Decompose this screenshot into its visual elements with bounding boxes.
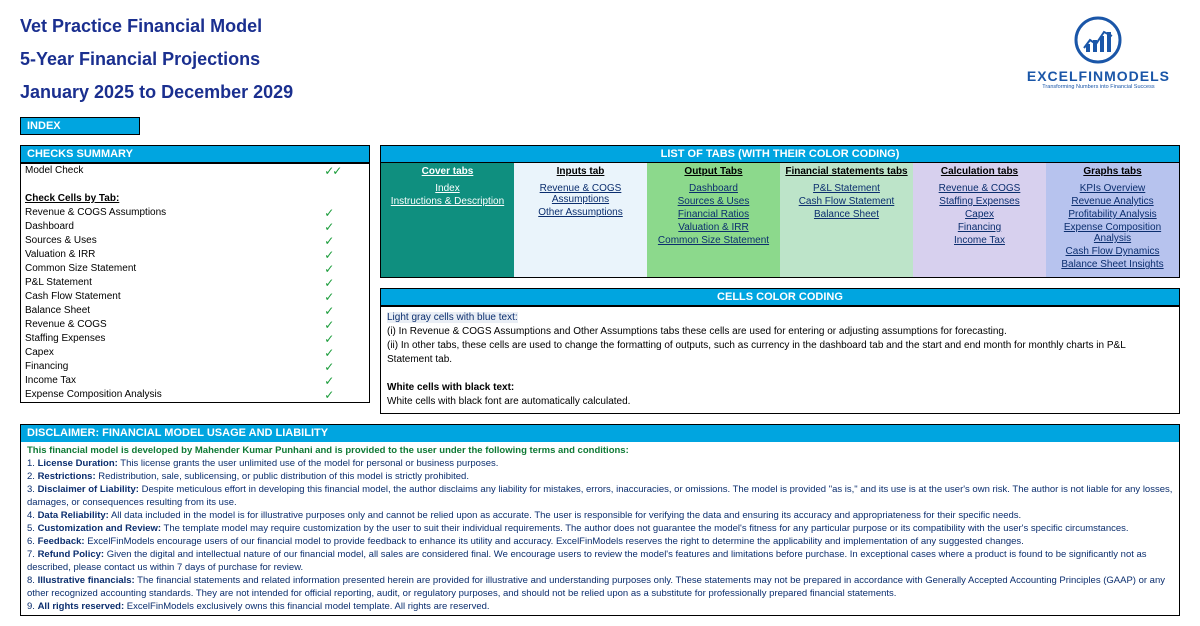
tabs-header: LIST OF TABS (WITH THEIR COLOR CODING) (380, 145, 1180, 163)
tab-link[interactable]: Revenue & COGS Assumptions (514, 182, 647, 206)
cells-l2: (i) In Revenue & COGS Assumptions and Ot… (387, 326, 1007, 337)
tabs-grid: Cover tabs IndexInstructions & Descriptio… (380, 163, 1180, 278)
tab-link[interactable]: Cash Flow Statement (780, 195, 913, 208)
check-tick-icon: ✓ (320, 290, 369, 304)
check-item: Financing (21, 360, 321, 374)
model-check-label: Model Check (21, 164, 321, 179)
tab-column: Cover tabs IndexInstructions & Descriptio… (381, 163, 514, 277)
tab-column-head: Inputs tab (514, 163, 647, 180)
tab-link[interactable]: Revenue Analytics (1046, 195, 1179, 208)
check-tick-icon: ✓ (320, 304, 369, 318)
tab-link[interactable]: Dashboard (647, 182, 780, 195)
check-item: Valuation & IRR (21, 248, 321, 262)
brand-logo: EXCELFINMODELS Transforming Numbers into… (1027, 14, 1170, 90)
tab-link[interactable]: Index (381, 182, 514, 195)
check-item: Revenue & COGS (21, 318, 321, 332)
checks-header: CHECKS SUMMARY (20, 145, 370, 163)
check-item: Common Size Statement (21, 262, 321, 276)
check-item: Dashboard (21, 220, 321, 234)
check-item: Revenue & COGS Assumptions (21, 206, 321, 220)
title-3: January 2025 to December 2029 (20, 82, 1180, 103)
tab-column: Financial statements tabs P&L StatementCa… (780, 163, 913, 277)
check-by-tab-label: Check Cells by Tab: (21, 192, 370, 206)
index-header: INDEX (20, 117, 140, 135)
tab-link[interactable]: P&L Statement (780, 182, 913, 195)
disclaimer-item: 3. Disclaimer of Liability: Despite meti… (27, 483, 1173, 509)
disclaimer-item: 1. License Duration: This license grants… (27, 457, 1173, 470)
tab-column-head: Cover tabs (381, 163, 514, 180)
check-tick-icon: ✓ (320, 220, 369, 234)
tab-column: Graphs tabs KPIs OverviewRevenue Analytic… (1046, 163, 1179, 277)
tab-link[interactable]: Balance Sheet Insights (1046, 258, 1179, 271)
tab-link[interactable]: Staffing Expenses (913, 195, 1046, 208)
check-tick-icon: ✓ (320, 346, 369, 360)
check-item: Cash Flow Statement (21, 290, 321, 304)
brand-name: EXCELFINMODELS (1027, 68, 1170, 84)
cells-header: CELLS COLOR CODING (380, 288, 1180, 306)
check-tick-icon: ✓ (320, 276, 369, 290)
tab-link[interactable]: Sources & Uses (647, 195, 780, 208)
tab-link[interactable]: Valuation & IRR (647, 221, 780, 234)
cells-l4: White cells with black text: (387, 382, 514, 393)
check-item: Expense Composition Analysis (21, 388, 321, 403)
check-tick-icon: ✓ (320, 234, 369, 248)
tab-column: Calculation tabs Revenue & COGSStaffing E… (913, 163, 1046, 277)
tab-column-head: Financial statements tabs (780, 163, 913, 180)
check-tick-icon: ✓ (320, 248, 369, 262)
tab-link[interactable]: Common Size Statement (647, 234, 780, 247)
title-2: 5-Year Financial Projections (20, 49, 1180, 70)
cells-color-coding: Light gray cells with blue text: (i) In … (380, 306, 1180, 414)
tab-link[interactable]: Profitability Analysis (1046, 208, 1179, 221)
disclaimer: DISCLAIMER: FINANCIAL MODEL USAGE AND LI… (20, 424, 1180, 616)
tab-column-head: Output Tabs (647, 163, 780, 180)
tab-column: Inputs tab Revenue & COGS AssumptionsOthe… (514, 163, 647, 277)
disclaimer-header: DISCLAIMER: FINANCIAL MODEL USAGE AND LI… (21, 425, 1179, 442)
tab-link[interactable]: Instructions & Description (381, 195, 514, 208)
chart-globe-icon (1070, 14, 1126, 66)
disclaimer-item: 4. Data Reliability: All data included i… (27, 509, 1173, 522)
checks-table: Model Check ✓✓ Check Cells by Tab: Reven… (20, 163, 370, 403)
cells-l1: Light gray cells with blue text: (387, 312, 518, 323)
tab-link[interactable]: Capex (913, 208, 1046, 221)
cells-l5: White cells with black font are automati… (387, 396, 630, 407)
tab-link[interactable]: Other Assumptions (514, 206, 647, 219)
disclaimer-item: 8. Illustrative financials: The financia… (27, 574, 1173, 600)
check-tick-icon: ✓ (320, 206, 369, 220)
disclaimer-intro: This financial model is developed by Mah… (27, 444, 1173, 457)
tab-link[interactable]: Expense Composition Analysis (1046, 221, 1179, 245)
check-tick-icon: ✓ (320, 262, 369, 276)
disclaimer-item: 9. All rights reserved: ExcelFinModels e… (27, 600, 1173, 613)
check-item: Staffing Expenses (21, 332, 321, 346)
tab-column-head: Graphs tabs (1046, 163, 1179, 180)
disclaimer-item: 2. Restrictions: Redistribution, sale, s… (27, 470, 1173, 483)
disclaimer-item: 6. Feedback: ExcelFinModels encourage us… (27, 535, 1173, 548)
check-item: Sources & Uses (21, 234, 321, 248)
check-tick-icon: ✓ (320, 360, 369, 374)
check-tick-icon: ✓ (320, 332, 369, 346)
tab-column: Output Tabs DashboardSources & UsesFinanc… (647, 163, 780, 277)
disclaimer-item: 5. Customization and Review: The templat… (27, 522, 1173, 535)
tab-link[interactable]: Financing (913, 221, 1046, 234)
tab-link[interactable]: Revenue & COGS (913, 182, 1046, 195)
cells-l3: (ii) In other tabs, these cells are used… (387, 340, 1125, 365)
tab-link[interactable]: Income Tax (913, 234, 1046, 247)
check-tick-icon: ✓ (320, 374, 369, 388)
disclaimer-item: 7. Refund Policy: Given the digital and … (27, 548, 1173, 574)
check-item: P&L Statement (21, 276, 321, 290)
page-titles: Vet Practice Financial Model 5-Year Fina… (20, 16, 1180, 103)
check-item: Capex (21, 346, 321, 360)
check-item: Balance Sheet (21, 304, 321, 318)
check-tick-icon: ✓ (320, 388, 369, 403)
tab-link[interactable]: Financial Ratios (647, 208, 780, 221)
check-tick-icon: ✓ (320, 318, 369, 332)
model-check-ticks: ✓✓ (320, 164, 369, 179)
tab-link[interactable]: Cash Flow Dynamics (1046, 245, 1179, 258)
brand-tagline: Transforming Numbers into Financial Succ… (1027, 84, 1170, 90)
tab-column-head: Calculation tabs (913, 163, 1046, 180)
title-1: Vet Practice Financial Model (20, 16, 1180, 37)
tab-link[interactable]: Balance Sheet (780, 208, 913, 221)
tab-link[interactable]: KPIs Overview (1046, 182, 1179, 195)
check-item: Income Tax (21, 374, 321, 388)
